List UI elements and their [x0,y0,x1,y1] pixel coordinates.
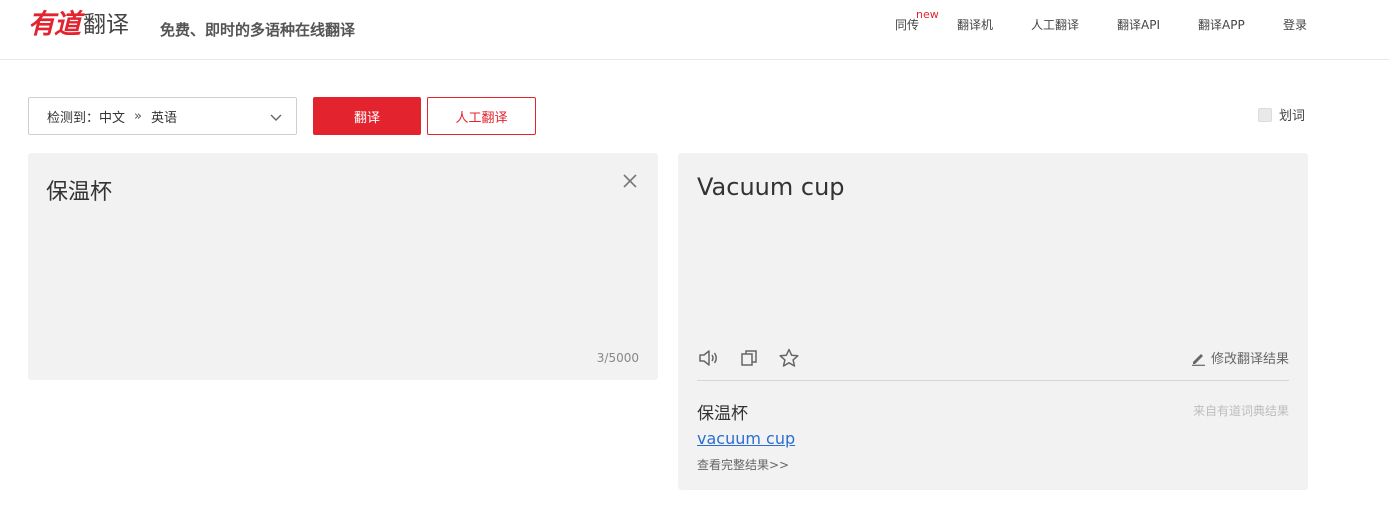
close-icon[interactable] [621,172,639,190]
dict-headword: 保温杯 [697,404,748,424]
edit-translation-link[interactable]: 修改翻译结果 [1190,348,1289,367]
edit-translation-label: 修改翻译结果 [1210,352,1289,367]
top-nav: 同传 new 翻译机 人工翻译 翻译API 翻译APP 登录 [0,8,1389,36]
speaker-icon[interactable] [697,347,719,369]
new-badge: new [916,8,939,21]
translate-button[interactable]: 翻译 [313,97,421,135]
copy-icon[interactable] [738,347,760,369]
human-translation-button[interactable]: 人工翻译 [427,97,536,135]
dict-translation-link[interactable]: vacuum cup [697,429,795,448]
word-select-toggle[interactable]: 划词 [1258,105,1305,124]
view-full-results-link[interactable]: 查看完整结果>> [697,456,789,473]
chevron-down-icon [270,114,282,121]
star-icon[interactable] [778,347,800,369]
char-counter: 3/5000 [596,351,639,365]
word-select-checkbox[interactable] [1258,107,1272,122]
nav-item-human-translation[interactable]: 人工翻译 [1031,16,1079,33]
result-divider [697,380,1289,381]
source-text-area[interactable]: 保温杯 3/5000 [28,153,658,380]
language-arrow: » [134,108,142,124]
translation-text: Vacuum cup [697,173,845,201]
nav-item-translate-app[interactable]: 翻译APP [1198,16,1245,33]
nav-item-login[interactable]: 登录 [1283,16,1307,33]
source-text[interactable]: 保温杯 [46,174,112,206]
detected-language: 检测到：中文 [47,110,126,126]
translation-result-panel: Vacuum cup 修改翻译结果 保温杯 来自有道词典结果 vacuum cu… [678,153,1308,490]
pencil-icon [1191,353,1205,366]
nav-item-translate-api[interactable]: 翻译API [1117,16,1160,33]
dict-source-note: 来自有道词典结果 [1192,404,1289,418]
language-select[interactable]: 检测到：中文 » 英语 [28,97,297,135]
word-select-label: 划词 [1279,109,1306,124]
target-language: 英语 [150,110,177,126]
nav-item-translator-device[interactable]: 翻译机 [957,16,993,33]
top-header: 有道 翻译 免费、即时的多语种在线翻译 同传 new 翻译机 人工翻译 翻译AP… [0,0,1389,60]
